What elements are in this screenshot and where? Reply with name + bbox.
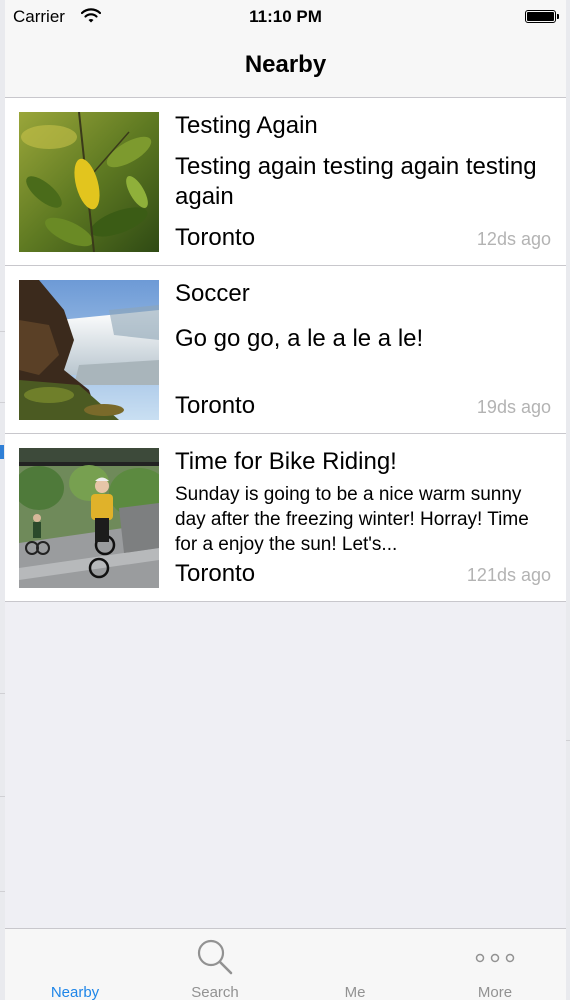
post-body: Sunday is going to be a nice warm sunny … xyxy=(175,484,529,555)
search-icon xyxy=(197,939,233,975)
post-location: Toronto xyxy=(175,560,256,587)
tab-bar: Nearby Search Me More xyxy=(5,928,566,1000)
tab-label: Nearby xyxy=(50,984,100,1000)
status-bar: Carrier 11:10 PM xyxy=(5,0,566,34)
post-list: Testing Again Testing again testing agai… xyxy=(5,98,566,602)
list-item[interactable]: Soccer Go go go, a le a le a le! Toronto… xyxy=(5,266,566,434)
post-time-ago: 12ds ago xyxy=(476,229,551,249)
post-body: Go go go, a le a le a le! xyxy=(175,325,424,352)
waterfall-photo xyxy=(19,280,159,420)
post-location: Toronto xyxy=(175,392,256,419)
list-item[interactable]: Testing Again Testing again testing agai… xyxy=(5,98,566,266)
post-time-ago: 121ds ago xyxy=(466,565,551,585)
tab-search[interactable]: Search xyxy=(145,929,285,1000)
cyclists-photo xyxy=(19,448,159,588)
more-icon xyxy=(475,953,515,963)
tab-nearby[interactable]: Nearby xyxy=(5,929,145,1000)
clock: 11:10 PM xyxy=(249,7,322,26)
tab-label: Search xyxy=(191,984,239,1000)
post-body: Testing again testing again testing agai… xyxy=(175,153,537,210)
tab-me[interactable]: Me xyxy=(285,929,425,1000)
app-screen: Carrier 11:10 PM Nearby Testing Again Te… xyxy=(5,0,566,1000)
tab-label: More xyxy=(477,984,513,1000)
post-location: Toronto xyxy=(175,224,256,251)
page-title: Nearby xyxy=(244,51,327,78)
post-title: Testing Again xyxy=(175,112,318,139)
leaves-photo xyxy=(19,112,159,252)
navigation-bar: Nearby xyxy=(5,34,566,98)
battery-icon xyxy=(525,10,559,23)
post-time-ago: 19ds ago xyxy=(476,397,551,417)
post-title: Time for Bike Riding! xyxy=(175,448,397,475)
underlying-screen-edge-right xyxy=(566,0,570,1000)
tab-more[interactable]: More xyxy=(425,929,565,1000)
post-title: Soccer xyxy=(175,280,250,307)
tab-label: Me xyxy=(344,984,366,1000)
list-item[interactable]: Time for Bike Riding! Sunday is going to… xyxy=(5,434,566,602)
